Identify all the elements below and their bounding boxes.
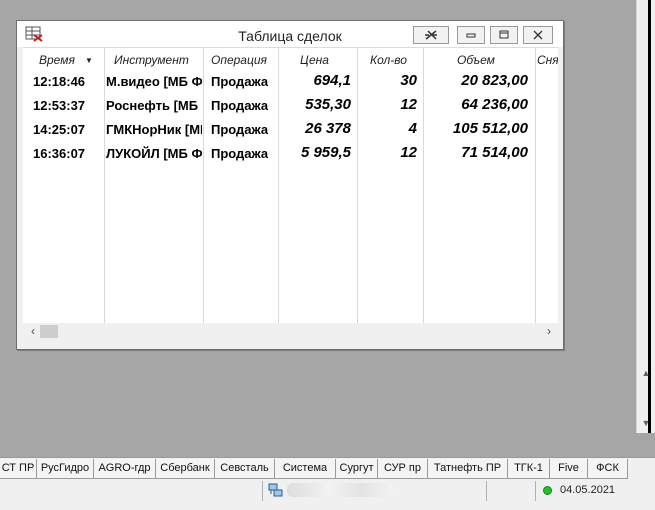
- tab-item[interactable]: ФСК: [588, 459, 628, 479]
- tab-item[interactable]: Five: [550, 459, 588, 479]
- tab-item[interactable]: РусГидро: [37, 459, 94, 479]
- scroll-down-arrow-icon[interactable]: ▼: [637, 414, 655, 432]
- cell-instrument[interactable]: Роснефть [МБ: [106, 98, 202, 113]
- instrument-tab-bar: СТ ПР РусГидро AGRO-гдр Сбербанк Севстал…: [0, 457, 655, 479]
- tab-item[interactable]: СТ ПР: [0, 459, 37, 479]
- tab-item[interactable]: Система: [275, 459, 336, 479]
- column-divider[interactable]: [104, 48, 105, 323]
- cell-volume[interactable]: 20 823,00: [426, 72, 528, 89]
- column-divider[interactable]: [203, 48, 204, 323]
- cell-qty[interactable]: 30: [361, 72, 417, 89]
- cell-volume[interactable]: 71 514,00: [426, 144, 528, 161]
- tab-item[interactable]: Сбербанк: [156, 459, 215, 479]
- vertical-scrollbar[interactable]: ▲ ▼: [636, 0, 655, 433]
- tab-item[interactable]: СУР пр: [378, 459, 428, 479]
- deals-table-window: Таблица сделок Время ▼ Инструмент Операц…: [16, 20, 564, 350]
- status-separator: [535, 481, 536, 501]
- status-bar: 04.05.2021: [0, 479, 655, 510]
- cell-price[interactable]: 535,30: [281, 96, 351, 113]
- connection-status-icon: [543, 486, 552, 495]
- tab-item[interactable]: Севсталь: [215, 459, 275, 479]
- cell-qty[interactable]: 4: [361, 120, 417, 137]
- status-separator: [262, 481, 263, 501]
- close-icon: [533, 30, 543, 40]
- cell-instrument[interactable]: ГМКНорНик [МI: [106, 122, 202, 137]
- column-divider[interactable]: [278, 48, 279, 323]
- maximize-button[interactable]: [490, 26, 518, 44]
- deals-grid[interactable]: Время ▼ Инструмент Операция Цена Кол-во …: [23, 47, 558, 323]
- cell-price[interactable]: 694,1: [281, 72, 351, 89]
- maximize-icon: [499, 30, 509, 39]
- status-date: 04.05.2021: [560, 484, 616, 496]
- column-divider[interactable]: [423, 48, 424, 323]
- status-separator: [486, 481, 487, 501]
- column-header-qty[interactable]: Кол-во: [370, 53, 407, 67]
- minimize-icon: [466, 33, 476, 38]
- scroll-up-arrow-icon[interactable]: ▲: [637, 364, 655, 382]
- cell-operation[interactable]: Продажа: [211, 146, 268, 161]
- horizontal-scrollbar[interactable]: ‹ ›: [23, 323, 558, 340]
- scrollbar-thumb[interactable]: [40, 325, 58, 338]
- close-button[interactable]: [523, 26, 553, 44]
- pin-icon: [425, 30, 437, 40]
- cell-operation[interactable]: Продажа: [211, 122, 268, 137]
- tab-item[interactable]: AGRO-гдр: [94, 459, 156, 479]
- tab-item[interactable]: Сургут: [336, 459, 378, 479]
- cell-price[interactable]: 5 959,5: [281, 144, 351, 161]
- column-divider[interactable]: [357, 48, 358, 323]
- cell-operation[interactable]: Продажа: [211, 98, 268, 113]
- network-icon: [268, 483, 283, 497]
- sort-desc-icon[interactable]: ▼: [85, 56, 93, 65]
- cell-time[interactable]: 16:36:07: [33, 146, 85, 161]
- cell-instrument[interactable]: М.видео [МБ Ф: [106, 74, 202, 89]
- window-titlebar[interactable]: Таблица сделок: [17, 21, 563, 47]
- cell-instrument[interactable]: ЛУКОЙЛ [МБ Ф: [106, 146, 202, 161]
- cell-qty[interactable]: 12: [361, 144, 417, 161]
- column-header-volume[interactable]: Объем: [457, 53, 495, 67]
- status-message-redacted: [287, 483, 393, 497]
- cell-time[interactable]: 12:53:37: [33, 98, 85, 113]
- column-header-removed[interactable]: Снята: [537, 53, 558, 67]
- cell-volume[interactable]: 64 236,00: [426, 96, 528, 113]
- cell-volume[interactable]: 105 512,00: [426, 120, 528, 137]
- tab-item[interactable]: ТГК-1: [508, 459, 550, 479]
- cell-qty[interactable]: 12: [361, 96, 417, 113]
- column-header-operation[interactable]: Операция: [211, 53, 267, 67]
- pin-button[interactable]: [413, 26, 449, 44]
- cell-time[interactable]: 12:18:46: [33, 74, 85, 89]
- scroll-right-arrow-icon[interactable]: ›: [541, 323, 557, 340]
- column-divider[interactable]: [535, 48, 536, 323]
- minimize-button[interactable]: [457, 26, 485, 44]
- cell-price[interactable]: 26 378: [281, 120, 351, 137]
- column-header-price[interactable]: Цена: [300, 53, 329, 67]
- cell-time[interactable]: 14:25:07: [33, 122, 85, 137]
- column-header-time[interactable]: Время: [39, 53, 75, 67]
- column-header-instrument[interactable]: Инструмент: [114, 53, 189, 67]
- scroll-left-arrow-icon[interactable]: ‹: [25, 323, 41, 340]
- cell-operation[interactable]: Продажа: [211, 74, 268, 89]
- tab-item[interactable]: Татнефть ПР: [428, 459, 508, 479]
